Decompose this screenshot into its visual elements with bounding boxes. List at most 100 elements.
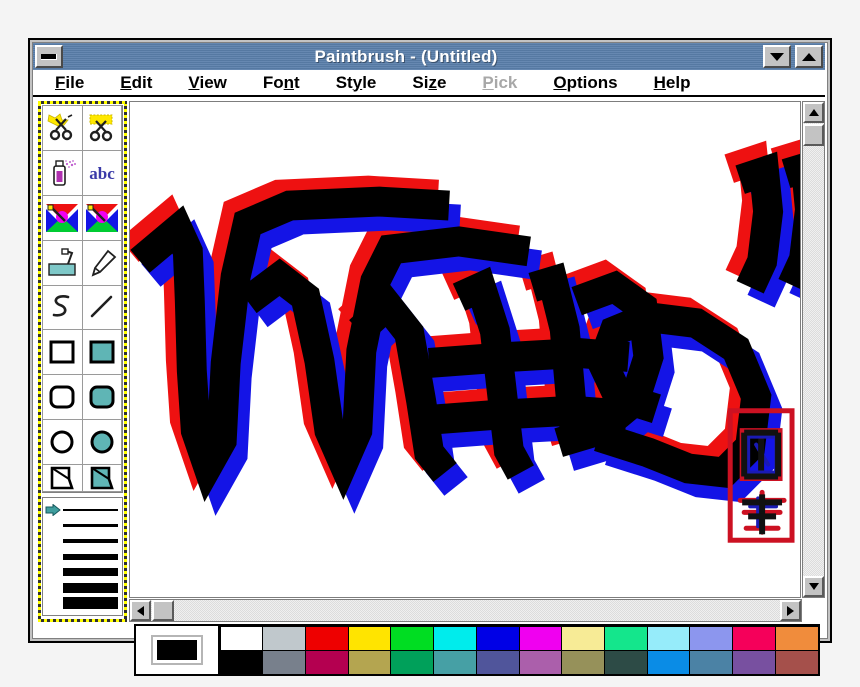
line-width-option-2[interactable] — [45, 519, 118, 533]
tool-ellipse-outline[interactable] — [42, 419, 83, 465]
tool-rounded-rectangle-outline[interactable] — [42, 374, 83, 421]
tool-rectangle-outline[interactable] — [42, 329, 83, 376]
arrow-up-icon — [808, 109, 819, 116]
menu-font[interactable]: Font — [261, 73, 302, 93]
menu-view[interactable]: View — [186, 73, 228, 93]
chevron-up-icon — [802, 52, 816, 61]
tool-rounded-rectangle-filled[interactable] — [81, 374, 122, 421]
palette-swatch[interactable] — [561, 625, 605, 651]
tool-brush[interactable] — [81, 239, 122, 286]
tool-polygon-outline[interactable] — [42, 464, 83, 492]
scroll-up-button[interactable] — [803, 102, 824, 123]
color-palette — [134, 624, 820, 676]
scroll-left-button[interactable] — [130, 600, 151, 621]
drawing-canvas[interactable] — [129, 101, 801, 598]
tool-rectangle-filled[interactable] — [81, 329, 122, 376]
palette-swatch[interactable] — [774, 649, 819, 675]
palette-swatch[interactable] — [262, 649, 306, 675]
screen: Paintbrush - (Untitled) File Edit View F… — [0, 0, 860, 687]
palette-swatch[interactable] — [561, 649, 605, 675]
palette-swatch[interactable] — [433, 625, 477, 651]
palette-swatch[interactable] — [433, 649, 477, 675]
line-width-option-7[interactable] — [45, 596, 118, 610]
paintbrush-window: Paintbrush - (Untitled) File Edit View F… — [28, 38, 832, 676]
tool-grid: abc — [42, 105, 123, 493]
palette-swatch[interactable] — [689, 649, 734, 675]
window-title: Paintbrush - (Untitled) — [314, 46, 498, 66]
palette-swatch[interactable] — [347, 625, 392, 651]
ellipse-outline-icon — [50, 430, 74, 454]
brush-icon — [91, 249, 117, 277]
horizontal-scroll-track[interactable] — [151, 600, 780, 621]
palette-swatch[interactable] — [518, 649, 563, 675]
line-icon — [90, 296, 113, 318]
tool-paint-roller[interactable] — [42, 239, 83, 286]
scroll-down-button[interactable] — [803, 576, 824, 597]
maximize-button[interactable] — [795, 45, 823, 68]
palette-swatch[interactable] — [219, 625, 264, 651]
arrow-left-icon — [137, 605, 144, 616]
tool-text[interactable]: abc — [81, 149, 122, 196]
tool-curve[interactable] — [42, 284, 83, 331]
menu-edit[interactable]: Edit — [118, 73, 154, 93]
palette-swatch[interactable] — [390, 625, 435, 651]
tool-scissors-freeform-select[interactable] — [42, 105, 83, 151]
menu-size[interactable]: Size — [410, 73, 448, 93]
menu-options[interactable]: Options — [551, 73, 619, 93]
line-width-option-4[interactable] — [45, 550, 118, 564]
rectangle-outline-icon — [49, 340, 75, 364]
tool-eraser[interactable] — [81, 194, 122, 241]
vertical-scroll-thumb[interactable] — [803, 124, 824, 146]
canvas-artwork — [130, 102, 800, 597]
palette-swatches — [219, 625, 819, 675]
palette-swatch[interactable] — [347, 649, 392, 675]
vertical-scrollbar[interactable] — [802, 101, 825, 598]
palette-swatch[interactable] — [304, 625, 349, 651]
line-width-option-6[interactable] — [45, 581, 118, 595]
restore-button[interactable] — [763, 45, 791, 68]
palette-swatch[interactable] — [774, 625, 819, 651]
palette-swatch[interactable] — [603, 625, 648, 651]
menu-pick: Pick — [482, 72, 518, 92]
color-palette-area — [38, 624, 825, 684]
chevron-down-icon — [770, 52, 784, 61]
palette-swatch[interactable] — [475, 649, 520, 675]
current-color-indicator[interactable] — [136, 626, 220, 674]
palette-swatch[interactable] — [689, 625, 734, 651]
polygon-filled-icon — [90, 466, 114, 490]
line-width-option-5[interactable] — [45, 565, 118, 579]
menu-help[interactable]: Help — [652, 73, 693, 93]
workspace: abc — [33, 99, 825, 676]
vertical-scroll-track[interactable] — [803, 123, 824, 576]
menu-file[interactable]: File — [53, 73, 86, 93]
palette-swatch[interactable] — [475, 625, 520, 651]
palette-swatch[interactable] — [518, 625, 563, 651]
menu-style[interactable]: Style — [334, 73, 379, 93]
title-bar[interactable]: Paintbrush - (Untitled) — [33, 43, 825, 70]
tool-airbrush[interactable] — [42, 149, 83, 196]
palette-swatch[interactable] — [262, 625, 306, 651]
line-width-option-1[interactable] — [45, 503, 118, 517]
tool-polygon-filled[interactable] — [81, 464, 122, 492]
line-width-option-3[interactable] — [45, 534, 118, 548]
rounded-rectangle-outline-icon — [49, 385, 75, 409]
palette-swatch[interactable] — [390, 649, 435, 675]
palette-swatch[interactable] — [646, 625, 691, 651]
palette-swatch[interactable] — [732, 625, 776, 651]
palette-swatch[interactable] — [603, 649, 648, 675]
palette-swatch[interactable] — [646, 649, 691, 675]
tool-scissors-rectangle-select[interactable] — [81, 105, 122, 151]
line-width-selector — [42, 497, 123, 616]
tool-line[interactable] — [81, 284, 122, 331]
tool-ellipse-filled[interactable] — [81, 419, 122, 465]
palette-swatch[interactable] — [304, 649, 349, 675]
arrow-right-icon — [787, 605, 794, 616]
tool-color-eraser[interactable] — [42, 194, 83, 241]
palette-swatch[interactable] — [732, 649, 776, 675]
horizontal-scroll-thumb[interactable] — [152, 600, 174, 621]
palette-swatch[interactable] — [219, 649, 264, 675]
scroll-right-button[interactable] — [780, 600, 801, 621]
rectangle-filled-icon — [89, 340, 115, 364]
current-background-swatch — [151, 635, 203, 665]
horizontal-scrollbar[interactable] — [129, 599, 802, 622]
